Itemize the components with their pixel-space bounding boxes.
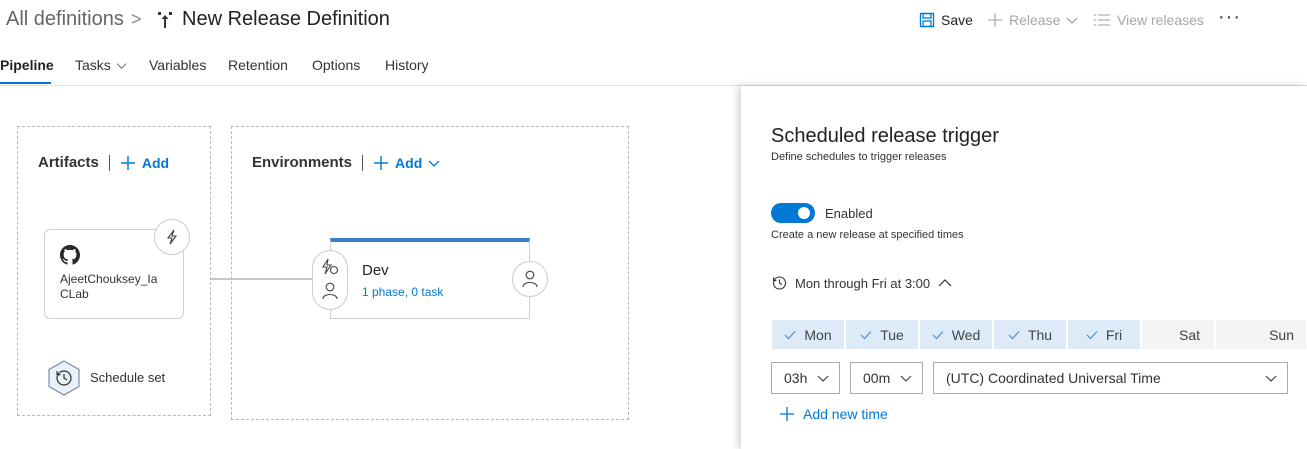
tab-history[interactable]: History — [385, 57, 429, 73]
lightning-icon — [166, 229, 178, 245]
person-icon — [522, 270, 538, 288]
plus-icon — [780, 407, 794, 421]
post-deployment-approvals-button[interactable] — [512, 261, 548, 297]
day-label: Tue — [880, 326, 904, 343]
day-toggle-thu[interactable]: Thu — [994, 320, 1066, 349]
save-button[interactable]: Save — [919, 12, 973, 28]
release-definition-icon — [158, 12, 172, 28]
chevron-down-icon — [1066, 17, 1078, 24]
list-icon — [1094, 14, 1110, 26]
day-label: Wed — [951, 326, 981, 343]
environment-name[interactable]: Dev — [362, 262, 389, 279]
day-toggle-fri[interactable]: Fri — [1068, 320, 1140, 349]
divider — [362, 154, 364, 171]
history-icon — [772, 276, 787, 290]
environment-card-dev[interactable] — [330, 238, 530, 319]
active-tab-indicator — [0, 82, 51, 84]
save-icon — [919, 12, 935, 28]
add-artifact-label: Add — [141, 154, 170, 171]
day-label: Fri — [1105, 326, 1123, 343]
environment-tasks-link[interactable]: 1 phase, 0 task — [362, 285, 443, 299]
panel-title: Scheduled release trigger — [771, 125, 999, 147]
save-label: Save — [941, 12, 973, 28]
breadcrumb-separator: > — [131, 9, 142, 29]
hour-value: 03h — [784, 370, 808, 386]
panel-subtitle: Define schedules to trigger releases — [771, 151, 947, 163]
environments-header: Environments Add — [252, 154, 440, 171]
view-releases-button[interactable]: View releases — [1093, 12, 1204, 28]
day-toggle-tue[interactable]: Tue — [846, 320, 918, 349]
timezone-value: (UTC) Coordinated Universal Time — [946, 370, 1161, 386]
add-new-time-button[interactable]: Add new time — [779, 406, 888, 422]
day-toggle-mon[interactable]: Mon — [772, 320, 844, 349]
check-icon — [784, 330, 796, 339]
lightning-icon — [322, 258, 339, 275]
chevron-down-icon — [1265, 375, 1277, 382]
tab-retention-label: Retention — [228, 57, 288, 73]
schedule-icon[interactable] — [47, 360, 81, 396]
artifact-name-line1: AjeetChouksey_Ia — [60, 272, 158, 286]
tab-tasks[interactable]: Tasks — [75, 57, 127, 73]
plus-icon — [988, 13, 1002, 27]
minute-select[interactable]: 00m — [850, 362, 923, 394]
tab-options-label: Options — [312, 57, 361, 73]
day-toggle-sun[interactable]: Sun — [1216, 320, 1306, 349]
chevron-down-icon — [116, 62, 127, 69]
divider — [108, 154, 110, 171]
continuous-deployment-trigger-button[interactable] — [154, 219, 190, 255]
tab-history-label: History — [385, 57, 429, 73]
tab-pipeline-label: Pipeline — [0, 57, 54, 73]
check-icon — [1008, 330, 1020, 339]
breadcrumb-all-definitions[interactable]: All definitions — [6, 8, 124, 31]
page-title: New Release Definition — [182, 8, 390, 30]
chevron-down-icon — [900, 375, 912, 382]
view-releases-label: View releases — [1117, 12, 1204, 28]
check-icon — [1086, 330, 1098, 339]
check-icon — [860, 330, 872, 339]
add-new-time-label: Add new time — [803, 406, 888, 422]
tab-variables[interactable]: Variables — [149, 57, 206, 73]
check-icon — [932, 330, 944, 339]
artifact-name-line2: CLab — [60, 287, 89, 301]
plus-icon — [120, 155, 135, 170]
more-actions-button[interactable]: ··· — [1218, 6, 1241, 29]
release-label: Release — [1009, 12, 1061, 28]
schedule-summary: Mon through Fri at 3:00 — [795, 275, 931, 291]
tab-variables-label: Variables — [149, 57, 207, 73]
add-environment-label: Add — [395, 154, 423, 171]
release-button[interactable]: Release — [987, 12, 1078, 28]
artifacts-header: Artifacts Add — [38, 154, 169, 171]
add-environment-button[interactable]: Add — [373, 155, 440, 171]
toggle-label: Enabled — [825, 206, 873, 221]
toggle-knob — [798, 207, 810, 219]
github-icon — [60, 245, 80, 265]
chevron-down-icon — [817, 375, 829, 382]
day-label: Sat — [1178, 326, 1200, 343]
day-toggle-wed[interactable]: Wed — [920, 320, 992, 349]
chevron-up-icon — [938, 279, 952, 287]
schedule-summary-row[interactable]: Mon through Fri at 3:00 — [771, 275, 952, 291]
timezone-select[interactable]: (UTC) Coordinated Universal Time — [933, 362, 1288, 394]
chevron-down-icon — [428, 160, 440, 167]
schedule-set-label[interactable]: Schedule set — [90, 370, 165, 385]
tab-pipeline[interactable]: Pipeline — [0, 57, 54, 73]
add-artifact-button[interactable]: Add — [120, 155, 169, 171]
day-label: Mon — [804, 326, 832, 343]
hour-select[interactable]: 03h — [771, 362, 840, 394]
tab-tasks-label: Tasks — [75, 57, 111, 73]
person-icon — [322, 282, 338, 300]
toggle-description: Create a new release at specified times — [771, 229, 964, 241]
environments-title: Environments — [252, 154, 353, 171]
artifact-name: AjeetChouksey_Ia CLab — [60, 272, 170, 302]
plus-icon — [374, 155, 389, 170]
tab-retention[interactable]: Retention — [228, 57, 288, 73]
day-toggle-sat[interactable]: Sat — [1142, 320, 1214, 349]
tab-options[interactable]: Options — [312, 57, 360, 73]
minute-value: 00m — [863, 370, 891, 386]
artifacts-title: Artifacts — [38, 154, 99, 171]
day-label: Sun — [1269, 326, 1294, 343]
day-label: Thu — [1027, 326, 1053, 343]
